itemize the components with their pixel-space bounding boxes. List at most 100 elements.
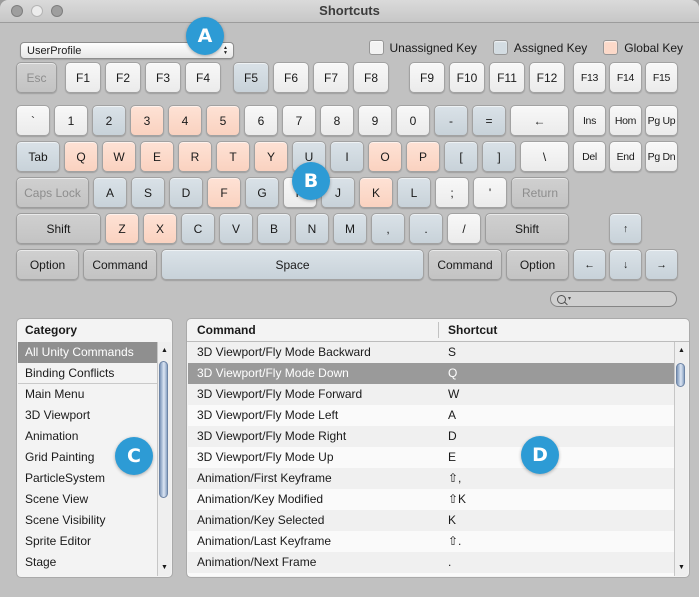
key-k[interactable]: K	[359, 177, 393, 208]
category-scrollbar[interactable]: ▲ ▼	[157, 342, 171, 576]
key-0[interactable]: 0	[396, 105, 430, 136]
scroll-down-icon[interactable]: ▼	[675, 561, 688, 574]
key-w[interactable]: W	[102, 141, 136, 172]
key-space[interactable]: Space	[161, 249, 424, 280]
key-c[interactable]: C	[181, 213, 215, 244]
table-row[interactable]: Animation/Last Keyframe ⇧.	[188, 531, 674, 552]
key-b[interactable]: B	[257, 213, 291, 244]
key-l[interactable]: L	[397, 177, 431, 208]
key-period[interactable]: .	[409, 213, 443, 244]
key-t[interactable]: T	[216, 141, 250, 172]
key-comma[interactable]: ,	[371, 213, 405, 244]
key-arrow-up[interactable]: ↑	[609, 213, 642, 244]
key-f11[interactable]: F11	[489, 62, 525, 93]
key-o[interactable]: O	[368, 141, 402, 172]
key-f7[interactable]: F7	[313, 62, 349, 93]
commands-scrollbar[interactable]: ▲ ▼	[674, 342, 688, 576]
key-n[interactable]: N	[295, 213, 329, 244]
key-minus[interactable]: -	[434, 105, 468, 136]
key-f14[interactable]: F14	[609, 62, 642, 93]
table-row[interactable]: 3D Viewport/Fly Mode Down Q	[188, 363, 674, 384]
scroll-up-icon[interactable]: ▲	[158, 344, 171, 357]
key-p[interactable]: P	[406, 141, 440, 172]
key-end[interactable]: End	[609, 141, 642, 172]
category-item-all-unity-commands[interactable]: All Unity Commands	[18, 342, 158, 363]
key-backslash[interactable]: \	[520, 141, 569, 172]
key-y[interactable]: Y	[254, 141, 288, 172]
key-f15[interactable]: F15	[645, 62, 678, 93]
table-row[interactable]: 3D Viewport/Fly Mode Left A	[188, 405, 674, 426]
key-7[interactable]: 7	[282, 105, 316, 136]
commands-scrollbar-thumb[interactable]	[676, 363, 685, 387]
key-pg-dn[interactable]: Pg Dn	[645, 141, 678, 172]
category-item-stage[interactable]: Stage	[18, 552, 158, 573]
table-row[interactable]: Animation/First Keyframe ⇧,	[188, 468, 674, 489]
key-f4[interactable]: F4	[185, 62, 221, 93]
key-hom[interactable]: Hom	[609, 105, 642, 136]
search-input[interactable]: ▾	[550, 291, 677, 307]
key-x[interactable]: X	[143, 213, 177, 244]
key-arrow-right[interactable]: →	[645, 249, 678, 280]
table-row[interactable]: Animation/Key Selected K	[188, 510, 674, 531]
key-1[interactable]: 1	[54, 105, 88, 136]
key-arrow-left[interactable]: ←	[573, 249, 606, 280]
key-g[interactable]: G	[245, 177, 279, 208]
key-pg-up[interactable]: Pg Up	[645, 105, 678, 136]
key-shift-left[interactable]: Shift	[16, 213, 101, 244]
key-backspace[interactable]: ←	[510, 105, 569, 136]
key-2[interactable]: 2	[92, 105, 126, 136]
key-semicolon[interactable]: ;	[435, 177, 469, 208]
key-f[interactable]: F	[207, 177, 241, 208]
scroll-down-icon[interactable]: ▼	[158, 561, 171, 574]
key-r[interactable]: R	[178, 141, 212, 172]
key-slash[interactable]: /	[447, 213, 481, 244]
table-row[interactable]: 3D Viewport/Fly Mode Forward W	[188, 384, 674, 405]
key-v[interactable]: V	[219, 213, 253, 244]
key-ins[interactable]: Ins	[573, 105, 606, 136]
key-grave[interactable]: `	[16, 105, 50, 136]
key-tab[interactable]: Tab	[16, 141, 60, 172]
key-command-left[interactable]: Command	[83, 249, 157, 280]
key-f6[interactable]: F6	[273, 62, 309, 93]
key-a[interactable]: A	[93, 177, 127, 208]
key-f3[interactable]: F3	[145, 62, 181, 93]
category-item-sprite-editor[interactable]: Sprite Editor	[18, 531, 158, 552]
key-arrow-down[interactable]: ↓	[609, 249, 642, 280]
key-m[interactable]: M	[333, 213, 367, 244]
key-d[interactable]: D	[169, 177, 203, 208]
table-row[interactable]: 3D Viewport/Fly Mode Right D	[188, 426, 674, 447]
category-item-scene-view[interactable]: Scene View	[18, 489, 158, 510]
key-s[interactable]: S	[131, 177, 165, 208]
table-row[interactable]: 3D Viewport/Fly Mode Up E	[188, 447, 674, 468]
key-8[interactable]: 8	[320, 105, 354, 136]
key-z[interactable]: Z	[105, 213, 139, 244]
key-bracket-right[interactable]: ]	[482, 141, 516, 172]
key-q[interactable]: Q	[64, 141, 98, 172]
table-row[interactable]: 3D Viewport/Fly Mode Backward S	[188, 342, 674, 363]
scroll-up-icon[interactable]: ▲	[675, 344, 688, 357]
key-del[interactable]: Del	[573, 141, 606, 172]
category-item-scene-visibility[interactable]: Scene Visibility	[18, 510, 158, 531]
key-equals[interactable]: =	[472, 105, 506, 136]
table-row[interactable]: Animation/Next Frame.	[188, 552, 674, 573]
key-f10[interactable]: F10	[449, 62, 485, 93]
category-item-binding-conflicts[interactable]: Binding Conflicts	[18, 363, 158, 384]
key-i[interactable]: I	[330, 141, 364, 172]
key-6[interactable]: 6	[244, 105, 278, 136]
category-scrollbar-thumb[interactable]	[159, 361, 168, 498]
key-5[interactable]: 5	[206, 105, 240, 136]
key-option-right[interactable]: Option	[506, 249, 569, 280]
key-9[interactable]: 9	[358, 105, 392, 136]
key-f13[interactable]: F13	[573, 62, 606, 93]
category-item-main-menu[interactable]: Main Menu	[18, 384, 158, 405]
key-f5[interactable]: F5	[233, 62, 269, 93]
key-f1[interactable]: F1	[65, 62, 101, 93]
key-f8[interactable]: F8	[353, 62, 389, 93]
key-bracket-left[interactable]: [	[444, 141, 478, 172]
key-4[interactable]: 4	[168, 105, 202, 136]
table-row[interactable]: Animation/Key Modified ⇧K	[188, 489, 674, 510]
key-shift-right[interactable]: Shift	[485, 213, 569, 244]
key-f12[interactable]: F12	[529, 62, 565, 93]
key-3[interactable]: 3	[130, 105, 164, 136]
key-f2[interactable]: F2	[105, 62, 141, 93]
